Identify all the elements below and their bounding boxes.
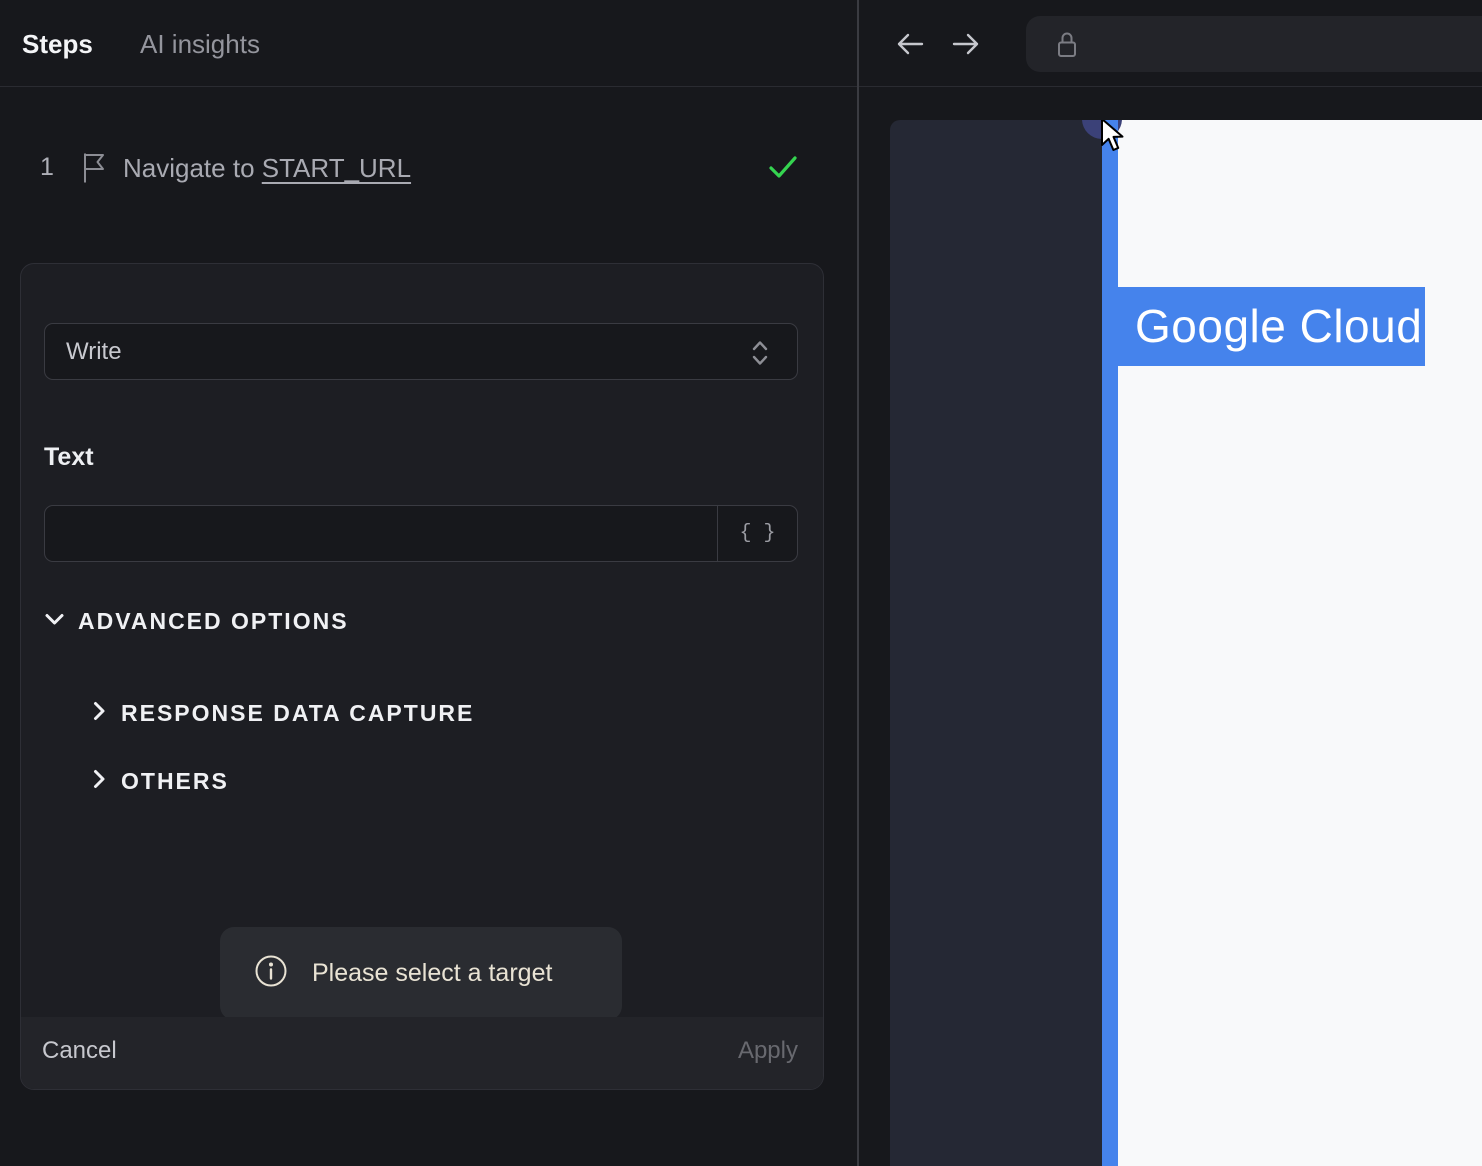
- tooltip-text: Please select a target: [312, 959, 553, 987]
- step-target-link[interactable]: START_URL: [262, 153, 411, 183]
- lock-icon: [1052, 29, 1082, 66]
- chevron-right-icon: [91, 768, 107, 795]
- brand-link-google-cloud[interactable]: Google Cloud: [1102, 287, 1425, 366]
- mouse-cursor-icon: [1100, 120, 1132, 158]
- text-field-label: Text: [44, 443, 94, 471]
- forward-arrow-icon: [950, 33, 982, 63]
- others-toggle[interactable]: OTHERS: [91, 766, 229, 796]
- insert-variable-button[interactable]: { }: [717, 506, 797, 561]
- chevron-down-icon: [44, 611, 65, 632]
- back-arrow-icon: [894, 33, 926, 63]
- advanced-options-label: ADVANCED OPTIONS: [78, 607, 349, 634]
- action-type-select[interactable]: Write: [44, 323, 798, 380]
- page-content-area: [1118, 120, 1482, 1166]
- chevron-right-icon: [91, 700, 107, 727]
- step-action-text: Navigate to: [123, 153, 262, 183]
- forward-button[interactable]: [950, 28, 982, 63]
- text-input-group: { }: [44, 505, 798, 562]
- response-data-capture-toggle[interactable]: RESPONSE DATA CAPTURE: [91, 698, 474, 728]
- step-editor-card: Write Text { } ADVANCED OPTIONS RESPONSE…: [20, 263, 824, 1090]
- step-row-1[interactable]: 1 Navigate to START_URL: [0, 140, 857, 196]
- text-input[interactable]: [45, 506, 717, 561]
- apply-button[interactable]: Apply: [738, 1037, 798, 1065]
- steps-pane: 1 Navigate to START_URL Write Text {} A…: [0, 87, 857, 1166]
- back-button[interactable]: [894, 28, 926, 63]
- advanced-options-toggle[interactable]: ADVANCED OPTIONS: [44, 605, 349, 637]
- select-chevrons-icon: [750, 339, 770, 372]
- app-window: Steps AI insights 1 Navigate to START_UR…: [0, 0, 1482, 1166]
- step-number: 1: [40, 153, 54, 181]
- tab-steps[interactable]: Steps: [22, 29, 93, 60]
- response-data-capture-label: RESPONSE DATA CAPTURE: [121, 699, 475, 726]
- cancel-button[interactable]: Cancel: [42, 1037, 117, 1065]
- top-header: Steps AI insights: [0, 0, 1482, 87]
- card-footer: Cancel Apply: [21, 1017, 823, 1089]
- action-select-value: Write: [66, 338, 122, 365]
- check-icon: [768, 155, 798, 186]
- browser-preview: Google Cloud: [890, 120, 1482, 1166]
- info-icon: [254, 954, 288, 993]
- tab-ai-insights[interactable]: AI insights: [140, 29, 260, 60]
- others-label: OTHERS: [121, 767, 229, 794]
- flag-icon: [82, 152, 106, 189]
- select-target-tooltip: Please select a target: [220, 927, 622, 1020]
- url-bar[interactable]: [1026, 16, 1482, 72]
- step-label: Navigate to START_URL: [123, 153, 411, 184]
- page-accent-stripe: [1102, 120, 1118, 1166]
- pane-divider: [857, 0, 859, 1166]
